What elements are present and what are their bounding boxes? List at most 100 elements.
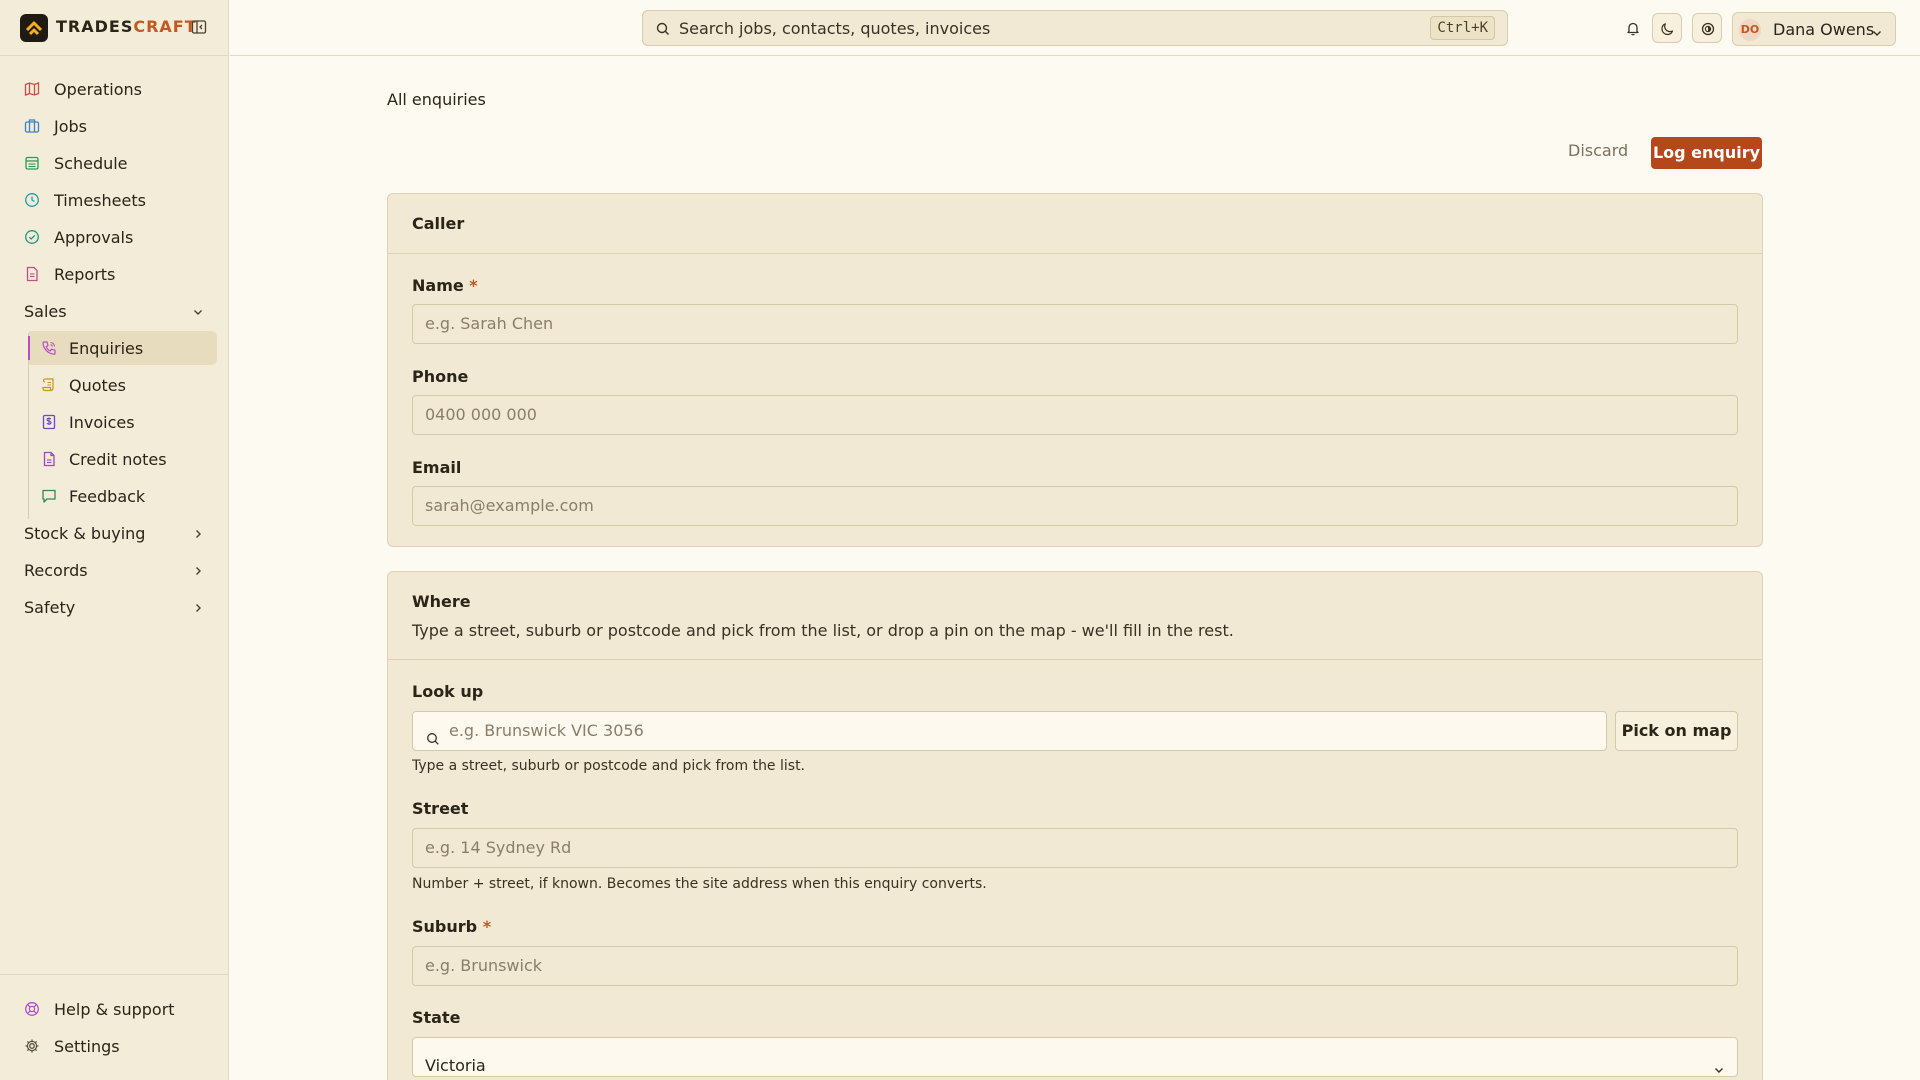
name-label-text: Name — [412, 276, 464, 295]
street-label: Street — [412, 799, 469, 818]
chevron-down-icon — [191, 304, 205, 318]
lookup-hint: Type a street, suburb or postcode and pi… — [412, 758, 806, 774]
required-mark: * — [469, 276, 478, 295]
sidebar-item-label: Enquiries — [69, 338, 144, 358]
clock-icon — [24, 192, 40, 208]
sidebar: TRADESCRAFT Operations Jobs Schedule Tim… — [0, 0, 229, 1080]
state-selected-value: Victoria — [425, 1056, 486, 1075]
notifications-button[interactable] — [1618, 13, 1648, 43]
state-select[interactable]: Victoria — [412, 1037, 1738, 1077]
sidebar-item-label: Help & support — [54, 999, 175, 1019]
check-circle-icon — [24, 229, 40, 245]
search-placeholder: Search jobs, contacts, quotes, invoices — [679, 19, 991, 38]
caller-card-header: Caller — [388, 194, 1762, 254]
avatar: DO — [1739, 19, 1761, 41]
global-search[interactable]: Search jobs, contacts, quotes, invoices … — [642, 10, 1508, 46]
lookup-placeholder: e.g. Brunswick VIC 3056 — [449, 721, 644, 740]
brand-name-part1: TRADES — [56, 17, 134, 36]
lifebuoy-icon — [24, 1001, 40, 1017]
chevron-down-icon — [1871, 24, 1883, 36]
dollar-doc-icon — [41, 414, 57, 430]
sidebar-item-credit-notes[interactable]: Credit notes — [29, 442, 217, 476]
log-enquiry-button[interactable]: Log enquiry — [1651, 137, 1762, 169]
map-icon — [24, 81, 40, 97]
chevron-right-icon — [191, 600, 205, 614]
search-icon — [425, 723, 441, 745]
tradescraft-logo-icon[interactable] — [20, 14, 48, 42]
chevron-right-icon — [191, 563, 205, 577]
where-card: Where Type a street, suburb or postcode … — [387, 571, 1763, 1080]
street-hint: Number + street, if known. Becomes the s… — [412, 876, 987, 892]
scroll-icon — [41, 377, 57, 393]
street-input[interactable]: e.g. 14 Sydney Rd — [412, 828, 1738, 868]
search-shortcut-badge: Ctrl+K — [1430, 16, 1495, 40]
name-label: Name * — [412, 276, 478, 295]
sidebar-item-label: Approvals — [54, 227, 134, 247]
sidebar-group-label: Records — [24, 560, 88, 580]
sidebar-item-label: Feedback — [69, 486, 146, 506]
sidebar-item-label: Timesheets — [54, 190, 146, 210]
file-icon — [41, 451, 57, 467]
chevron-down-icon — [1713, 1052, 1725, 1073]
required-mark: * — [482, 917, 492, 936]
sidebar-item-quotes[interactable]: Quotes — [29, 368, 217, 402]
address-lookup-input[interactable]: e.g. Brunswick VIC 3056 — [412, 711, 1607, 751]
sidebar-item-reports[interactable]: Reports — [12, 257, 217, 291]
phone-label: Phone — [412, 367, 469, 386]
pick-on-map-button[interactable]: Pick on map — [1615, 711, 1738, 751]
suburb-label-text: Suburb — [412, 917, 478, 936]
sidebar-group-sales[interactable]: Sales — [12, 294, 217, 328]
message-icon — [41, 488, 57, 504]
sidebar-item-jobs[interactable]: Jobs — [12, 109, 217, 143]
sidebar-footer: Help & support Settings — [0, 974, 229, 1080]
card-title: Where — [412, 592, 471, 611]
sidebar-group-records[interactable]: Records — [12, 553, 217, 587]
sidebar-item-help-support[interactable]: Help & support — [12, 992, 217, 1026]
sidebar-item-label: Quotes — [69, 375, 126, 395]
theme-toggle-button[interactable] — [1652, 13, 1682, 43]
suburb-input[interactable]: e.g. Brunswick — [412, 946, 1738, 986]
sidebar-item-approvals[interactable]: Approvals — [12, 220, 217, 254]
brand-header: TRADESCRAFT — [0, 0, 229, 56]
calendar-icon — [24, 155, 40, 171]
sidebar-item-invoices[interactable]: Invoices — [29, 405, 217, 439]
sidebar-item-settings[interactable]: Settings — [12, 1029, 217, 1063]
sidebar-item-label: Operations — [54, 79, 142, 99]
sidebar-item-label: Schedule — [54, 153, 128, 173]
card-title: Caller — [412, 214, 465, 233]
caller-card: Caller Name * e.g. Sarah Chen Phone 0400… — [387, 193, 1763, 547]
topbar: Search jobs, contacts, quotes, invoices … — [230, 0, 1920, 56]
card-subtitle: Type a street, suburb or postcode and pi… — [412, 621, 1234, 640]
report-icon — [24, 266, 40, 282]
sidebar-item-feedback[interactable]: Feedback — [29, 479, 217, 513]
sidebar-group-label: Stock & buying — [24, 523, 146, 543]
sidebar-group-label: Sales — [24, 301, 67, 321]
state-label: State — [412, 1008, 461, 1027]
name-input[interactable]: e.g. Sarah Chen — [412, 304, 1738, 344]
email-label: Email — [412, 458, 462, 477]
where-card-header: Where Type a street, suburb or postcode … — [388, 572, 1762, 660]
sidebar-group-safety[interactable]: Safety — [12, 590, 217, 624]
sidebar-item-label: Invoices — [69, 412, 135, 432]
collapse-sidebar-icon[interactable] — [191, 19, 207, 35]
chevron-right-icon — [191, 526, 205, 540]
sidebar-item-label: Jobs — [54, 116, 87, 136]
search-icon — [655, 21, 671, 37]
sidebar-item-operations[interactable]: Operations — [12, 72, 217, 106]
phone-input[interactable]: 0400 000 000 — [412, 395, 1738, 435]
suburb-label: Suburb * — [412, 917, 491, 936]
sidebar-item-enquiries[interactable]: Enquiries — [28, 331, 217, 365]
user-menu[interactable]: DO Dana Owens — [1732, 12, 1896, 46]
sidebar-item-label: Credit notes — [69, 449, 167, 469]
sidebar-group-stock-buying[interactable]: Stock & buying — [12, 516, 217, 550]
discard-button[interactable]: Discard — [1568, 141, 1628, 160]
sidebar-group-label: Safety — [24, 597, 76, 617]
email-input[interactable]: sarah@example.com — [412, 486, 1738, 526]
lookup-label: Look up — [412, 682, 484, 701]
contrast-toggle-button[interactable] — [1692, 13, 1722, 43]
breadcrumb-all-enquiries[interactable]: All enquiries — [387, 90, 486, 109]
brand-name-part2: CRAFT — [133, 17, 197, 36]
sidebar-item-schedule[interactable]: Schedule — [12, 146, 217, 180]
sidebar-item-timesheets[interactable]: Timesheets — [12, 183, 217, 217]
gear-icon — [24, 1038, 40, 1054]
